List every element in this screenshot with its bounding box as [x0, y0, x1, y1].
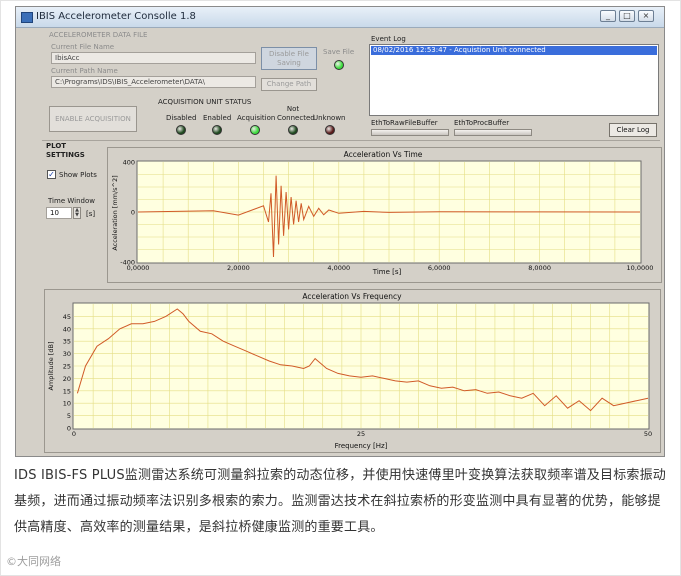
figure-caption: IDS IBIS-FS PLUS监测雷达系统可测量斜拉索的动态位移，并使用快速傅… [14, 468, 666, 535]
enable-acquisition-button[interactable]: ENABLE ACQUISITION [49, 106, 137, 132]
y-tick-label: 30 [63, 350, 71, 358]
data-file-group-label: ACCELEROMETER DATA FILE [49, 31, 148, 39]
time-chart-panel: Acceleration Vs Time 0,0000 2,0000 4,0000 6… [107, 147, 662, 283]
title-bar[interactable]: IBIS Accelerometer Consolle 1.8 _ □ × [16, 7, 664, 28]
y-tick-label: 35 [63, 338, 71, 346]
window-title: IBIS Accelerometer Consolle 1.8 [36, 11, 196, 22]
status-led-disabled [176, 125, 186, 135]
time-chart-title: Acceleration Vs Time [344, 150, 423, 159]
event-log-list[interactable]: 08/02/2016 12:53:47 - Acquistion Unit co… [369, 44, 659, 116]
y-tick-label: 40 [63, 325, 71, 333]
y-tick-label: 45 [63, 313, 71, 321]
y-tick-label: -400 [120, 259, 135, 267]
x-tick-label: 2,0000 [227, 264, 250, 272]
buffer-proc-progress [454, 129, 532, 136]
x-tick-label: 50 [644, 430, 652, 438]
x-tick-label: 4,0000 [327, 264, 350, 272]
event-log-entry[interactable]: 08/02/2016 12:53:47 - Acquistion Unit co… [371, 46, 657, 55]
status-led-unknown [325, 125, 335, 135]
y-tick-label: 0 [67, 425, 71, 433]
time-window-stepper[interactable]: ▲ ▼ [73, 207, 81, 219]
show-plots-label: Show Plots [59, 171, 97, 179]
x-tick-label: 0 [72, 430, 76, 438]
x-tick-label: 8,0000 [528, 264, 551, 272]
plot-settings-label: PLOT SETTINGS [46, 142, 85, 159]
disable-file-saving-button[interactable]: Disable File Saving [261, 47, 317, 70]
y-tick-label: 400 [123, 159, 135, 167]
status-led-not-connected [288, 125, 298, 135]
y-tick-label: 25 [63, 363, 71, 371]
current-path-field[interactable]: C:\Programs\IDS\IBIS_Accelerometer\DATA\ [51, 76, 256, 88]
change-path-button[interactable]: Change Path [261, 78, 317, 91]
status-label-acquisition: Acquisition [237, 114, 276, 122]
minimize-button[interactable]: _ [600, 10, 616, 22]
status-led-enabled [212, 125, 222, 135]
buffer-proc-label: EthToProcBuffer [454, 119, 510, 127]
y-tick-label: 0 [131, 209, 135, 217]
maximize-button[interactable]: □ [619, 10, 635, 22]
freq-chart-xlabel: Frequency [Hz] [335, 442, 388, 450]
time-window-unit: [s] [86, 210, 96, 218]
y-tick-label: 15 [63, 387, 71, 395]
watermark: ©大同网络 [6, 555, 61, 568]
section-divider [42, 140, 660, 141]
current-file-name-label: Current File Name [51, 43, 115, 51]
x-tick-label: 25 [357, 430, 365, 438]
save-file-led [334, 60, 344, 70]
clear-log-button[interactable]: Clear Log [609, 123, 657, 137]
status-label-enabled: Enabled [203, 114, 232, 122]
save-file-label: Save File [323, 48, 355, 56]
app-window: IBIS Accelerometer Consolle 1.8 _ □ × AC… [15, 6, 665, 457]
freq-chart-panel: Acceleration Vs Frequency 0 25 50 0 5 10 15 20 2… [44, 289, 661, 453]
status-label-not-connected: Not Connected [277, 105, 315, 122]
status-label-disabled: Disabled [166, 114, 197, 122]
current-path-label: Current Path Name [51, 67, 118, 75]
app-icon [21, 12, 33, 23]
event-log-label: Event Log [371, 35, 406, 43]
time-window-label: Time Window [48, 197, 95, 205]
show-plots-checkbox[interactable]: ✓ [47, 170, 56, 179]
time-chart-xlabel: Time [s] [372, 268, 402, 276]
buffer-raw-label: EthToRawFileBuffer [371, 119, 438, 127]
time-chart-ylabel: Acceleration [mm/s^2] [111, 175, 119, 250]
status-led-acquisition [250, 125, 260, 135]
buffer-raw-progress [371, 129, 449, 136]
x-tick-label: 10,0000 [627, 264, 654, 272]
status-label-unknown: Unknown [313, 114, 346, 122]
time-window-input[interactable]: 10 [46, 207, 72, 219]
current-file-name-field[interactable]: IbisAcc [51, 52, 256, 64]
y-tick-label: 5 [67, 412, 71, 420]
unit-status-label: ACQUISITION UNIT STATUS [158, 98, 252, 106]
freq-chart-ylabel: Amplitude [dB] [47, 341, 55, 390]
close-button[interactable]: × [638, 10, 654, 22]
freq-chart-title: Acceleration Vs Frequency [302, 292, 402, 301]
y-tick-label: 20 [63, 375, 71, 383]
y-tick-label: 10 [63, 400, 71, 408]
x-tick-label: 6,0000 [428, 264, 451, 272]
